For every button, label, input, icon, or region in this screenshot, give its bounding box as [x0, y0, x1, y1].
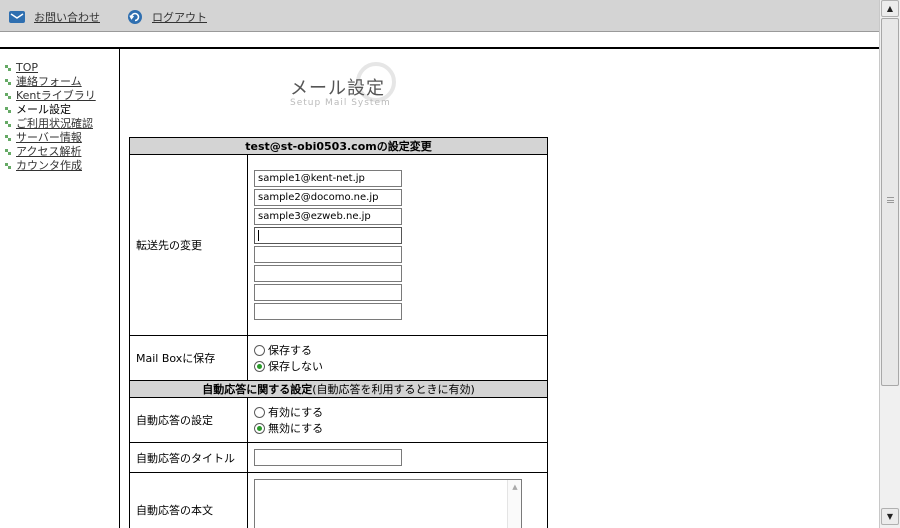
sidebar-item-label[interactable]: カウンタ作成: [16, 159, 82, 173]
radio-label: 保存しない: [268, 360, 323, 373]
text-caret: [258, 230, 259, 241]
forward-address-input-6[interactable]: [254, 265, 402, 282]
autoreply-title-input[interactable]: [254, 449, 402, 466]
sidebar-item-kent-library[interactable]: Kentライブラリ: [5, 89, 96, 103]
header-divider: [0, 47, 879, 49]
sidebar: TOP 連絡フォーム Kentライブラリ メール設定 ご利用状況確認 サーバー情…: [0, 49, 120, 528]
sidebar-item-label[interactable]: 連絡フォーム: [16, 75, 82, 89]
bullet-icon: [5, 64, 13, 72]
bullet-icon: [5, 92, 13, 100]
sidebar-item-top[interactable]: TOP: [5, 61, 96, 75]
sidebar-item-counter[interactable]: カウンタ作成: [5, 159, 96, 173]
sidebar-item-server-info[interactable]: サーバー情報: [5, 131, 96, 145]
sidebar-item-contact-form[interactable]: 連絡フォーム: [5, 75, 96, 89]
page-heading: メール設定 Setup Mail System: [288, 60, 418, 110]
autoreply-body-textarea[interactable]: ▲ ▼: [254, 478, 522, 528]
settings-header: test@st-obi0503.comの設定変更: [129, 137, 548, 155]
autoreply-header: 自動応答に関する設定(自動応答を利用するときに有効): [129, 380, 548, 398]
scrollbar-thumb[interactable]: [881, 18, 899, 386]
mailbox-nosave-radio[interactable]: 保存しない: [254, 358, 541, 374]
mailbox-options: 保存する 保存しない: [247, 335, 548, 381]
forward-address-input-3[interactable]: sample3@ezweb.ne.jp: [254, 208, 402, 225]
top-bar: お問い合わせ ログアウト: [0, 0, 879, 32]
sidebar-item-label[interactable]: Kentライブラリ: [16, 89, 96, 103]
autoreply-header-title: 自動応答に関する設定: [202, 383, 313, 396]
mailbox-save-radio[interactable]: 保存する: [254, 342, 541, 358]
radio-label: 有効にする: [268, 406, 324, 419]
logout-link[interactable]: ログアウト: [126, 9, 207, 25]
forward-address-input-1[interactable]: sample1@kent-net.jp: [254, 170, 402, 187]
radio-label: 無効にする: [268, 422, 324, 435]
bullet-icon: [5, 148, 13, 156]
autoreply-disable-radio[interactable]: 無効にする: [254, 420, 541, 436]
page-title: メール設定: [290, 78, 385, 99]
settings-table: test@st-obi0503.comの設定変更 転送先の変更 sample1@…: [129, 137, 548, 528]
bullet-icon: [5, 162, 13, 170]
autoreply-header-note: (自動応答を利用するときに有効): [312, 383, 475, 396]
sidebar-item-mail-settings: メール設定: [5, 103, 96, 117]
radio-button[interactable]: [254, 406, 265, 418]
radio-button[interactable]: [254, 344, 265, 356]
autoreply-setting-label: 自動応答の設定: [129, 397, 248, 443]
mail-icon: [8, 10, 26, 24]
forward-label: 転送先の変更: [129, 154, 248, 336]
radio-button[interactable]: [254, 422, 265, 434]
radio-label: 保存する: [268, 344, 312, 357]
contact-label: お問い合わせ: [34, 11, 100, 24]
sidebar-item-label[interactable]: アクセス解析: [16, 145, 81, 159]
scroll-up-button[interactable]: ▲: [881, 0, 899, 17]
bullet-icon: [5, 78, 13, 86]
forward-address-input-8[interactable]: [254, 303, 402, 320]
forward-address-input-7[interactable]: [254, 284, 402, 301]
sidebar-nav: TOP 連絡フォーム Kentライブラリ メール設定 ご利用状況確認 サーバー情…: [5, 61, 96, 173]
textarea-scrollbar[interactable]: ▲ ▼: [507, 479, 521, 528]
sidebar-item-label: メール設定: [16, 103, 71, 116]
sidebar-item-usage-status[interactable]: ご利用状況確認: [5, 117, 96, 131]
bullet-icon: [5, 134, 13, 142]
autoreply-enable-radio[interactable]: 有効にする: [254, 404, 541, 420]
radio-button[interactable]: [254, 360, 265, 372]
sidebar-item-access-analysis[interactable]: アクセス解析: [5, 145, 96, 159]
contact-link[interactable]: お問い合わせ: [8, 9, 100, 25]
forward-fields: sample1@kent-net.jp sample2@docomo.ne.jp…: [247, 154, 548, 336]
logout-label: ログアウト: [152, 11, 207, 24]
page-scrollbar[interactable]: ▲ ▼: [879, 0, 900, 528]
autoreply-title-cell: [247, 442, 548, 473]
mailbox-label: Mail Boxに保存: [129, 335, 248, 381]
forward-address-input-5[interactable]: [254, 246, 402, 263]
grip-icon: [887, 197, 894, 203]
autoreply-title-label: 自動応答のタイトル: [129, 442, 248, 473]
sidebar-item-label[interactable]: サーバー情報: [16, 131, 82, 145]
autoreply-body-cell: ▲ ▼: [247, 472, 548, 528]
bullet-icon: [5, 120, 13, 128]
forward-address-input-4[interactable]: [254, 227, 402, 244]
page-subtitle: Setup Mail System: [290, 98, 391, 108]
refresh-icon: [126, 10, 144, 24]
scroll-down-button[interactable]: ▼: [881, 508, 899, 525]
forward-address-input-2[interactable]: sample2@docomo.ne.jp: [254, 189, 402, 206]
bullet-icon: [5, 106, 13, 114]
sidebar-item-label[interactable]: ご利用状況確認: [16, 117, 93, 131]
sidebar-item-label[interactable]: TOP: [16, 61, 38, 75]
autoreply-body-label: 自動応答の本文: [129, 472, 248, 528]
autoreply-options: 有効にする 無効にする: [247, 397, 548, 443]
scroll-up-icon[interactable]: ▲: [510, 482, 520, 492]
